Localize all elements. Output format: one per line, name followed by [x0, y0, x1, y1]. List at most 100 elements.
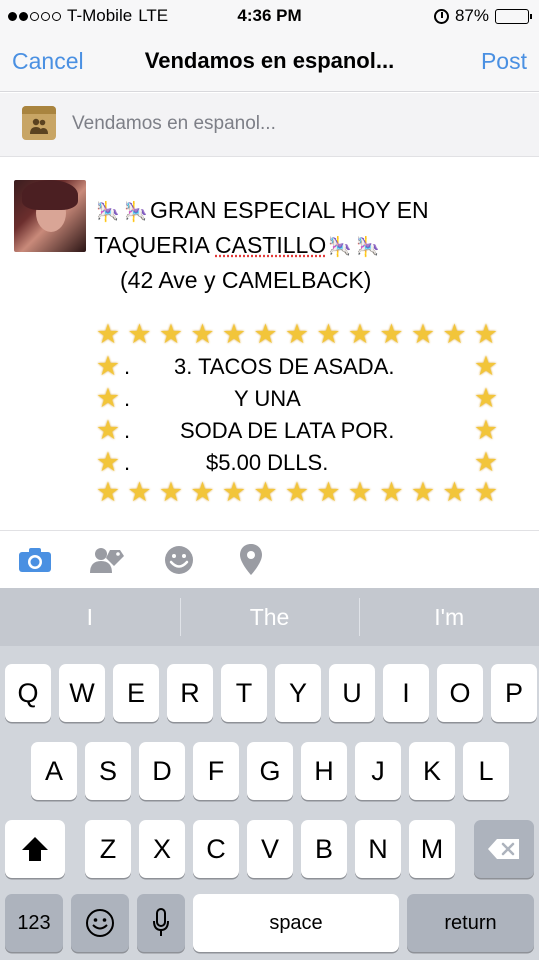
- carousel-icon: 🎠: [96, 202, 120, 223]
- key-m[interactable]: M: [409, 820, 455, 878]
- post-line-2-word: CASTILLO: [215, 232, 327, 258]
- promo-line-4: $5.00 DLLS.: [206, 450, 329, 475]
- key-c[interactable]: C: [193, 820, 239, 878]
- emoji-icon[interactable]: [162, 545, 196, 575]
- star-icon: ★: [95, 447, 121, 477]
- post-button[interactable]: Post: [481, 48, 527, 75]
- key-h[interactable]: H: [301, 742, 347, 800]
- star-icon: ★: [95, 383, 121, 413]
- key-p[interactable]: P: [491, 664, 537, 722]
- promo-dot: .: [124, 418, 131, 443]
- star-icon: ★: [253, 477, 278, 507]
- promo-line-1: 3. TACOS DE ASADA.: [174, 354, 395, 379]
- carousel-icon: 🎠: [124, 202, 148, 223]
- key-e[interactable]: E: [113, 664, 159, 722]
- group-icon: [22, 106, 56, 140]
- star-icon: ★: [95, 415, 121, 445]
- composer-toolbar: [0, 530, 539, 588]
- key-k[interactable]: K: [409, 742, 455, 800]
- key-l[interactable]: L: [463, 742, 509, 800]
- key-i[interactable]: I: [383, 664, 429, 722]
- star-icon: ★: [284, 319, 310, 349]
- promo-star-frame: 3. TACOS DE ASADA. Y UNA SODA DE LATA PO…: [94, 320, 504, 510]
- post-body-text[interactable]: 🎠 🎠GRAN ESPECIAL HOY EN TAQUERIA CASTILLO…: [94, 194, 524, 296]
- star-icon: ★: [473, 319, 499, 349]
- star-icon: ★: [158, 477, 184, 507]
- star-icon: ★: [316, 319, 341, 349]
- key-n[interactable]: N: [355, 820, 401, 878]
- shift-key[interactable]: [5, 820, 65, 878]
- key-v[interactable]: V: [247, 820, 293, 878]
- page-title: Vendamos en espanol...: [144, 48, 395, 73]
- key-w[interactable]: W: [59, 664, 105, 722]
- avatar: [14, 180, 86, 252]
- status-right: 87%: [433, 6, 532, 26]
- key-d[interactable]: D: [139, 742, 185, 800]
- star-icon: ★: [442, 319, 467, 349]
- key-q[interactable]: Q: [5, 664, 51, 722]
- key-o[interactable]: O: [437, 664, 483, 722]
- star-icon: ★: [410, 319, 436, 349]
- key-t[interactable]: T: [221, 664, 267, 722]
- star-icon: ★: [190, 319, 215, 349]
- post-line-3: (42 Ave y CAMELBACK): [120, 267, 372, 293]
- dictation-key[interactable]: [137, 894, 185, 952]
- star-icon: ★: [379, 319, 404, 349]
- status-bar: T-Mobile LTE 4:36 PM 87%: [0, 0, 539, 34]
- keyboard: 123 space return QWERTYUIOP ASDFGHJKL ZXCV…: [0, 646, 539, 960]
- group-name: Vendamos en espanol...: [72, 113, 276, 134]
- suggestion-1[interactable]: I: [0, 588, 180, 646]
- key-b[interactable]: B: [301, 820, 347, 878]
- star-icon: ★: [253, 319, 278, 349]
- key-s[interactable]: S: [85, 742, 131, 800]
- location-pin-icon[interactable]: [234, 544, 268, 575]
- star-icon: ★: [190, 477, 215, 507]
- battery-icon: [495, 8, 532, 24]
- tag-people-icon[interactable]: [90, 545, 124, 575]
- alarm-icon: [433, 8, 449, 24]
- star-icon: ★: [473, 477, 499, 507]
- nav-bar: Cancel Vendamos en espanol... Post: [0, 34, 539, 92]
- star-icon: ★: [442, 477, 467, 507]
- key-f[interactable]: F: [193, 742, 239, 800]
- carousel-icon: 🎠: [356, 237, 381, 258]
- key-j[interactable]: J: [355, 742, 401, 800]
- star-icon: ★: [473, 415, 499, 445]
- numbers-key[interactable]: 123: [5, 894, 63, 952]
- space-key[interactable]: space: [193, 894, 399, 952]
- carousel-icon: 🎠: [328, 237, 353, 258]
- post-line-2-prefix: TAQUERIA: [94, 232, 215, 258]
- camera-icon[interactable]: [18, 545, 52, 575]
- star-icon: ★: [473, 351, 499, 381]
- key-u[interactable]: U: [329, 664, 375, 722]
- key-r[interactable]: R: [167, 664, 213, 722]
- key-g[interactable]: G: [247, 742, 293, 800]
- star-icon: ★: [221, 477, 247, 507]
- group-selector[interactable]: Vendamos en espanol...: [0, 93, 539, 157]
- star-icon: ★: [158, 319, 184, 349]
- star-icon: ★: [379, 477, 404, 507]
- post-line-1: GRAN ESPECIAL HOY EN: [150, 197, 429, 223]
- star-icon: ★: [95, 351, 121, 381]
- predictive-text-bar: I The I'm: [0, 588, 539, 646]
- suggestion-2[interactable]: The: [179, 588, 360, 646]
- star-icon: ★: [221, 319, 247, 349]
- promo-dot: .: [124, 450, 131, 475]
- star-icon: ★: [95, 319, 121, 349]
- suggestion-3[interactable]: I'm: [359, 588, 539, 646]
- battery-percent: 87%: [454, 6, 489, 25]
- return-key[interactable]: return: [407, 894, 534, 952]
- promo-line-3: SODA DE LATA POR.: [180, 418, 395, 443]
- key-z[interactable]: Z: [85, 820, 131, 878]
- star-icon: ★: [410, 477, 436, 507]
- star-icon: ★: [316, 477, 341, 507]
- backspace-key[interactable]: [474, 820, 534, 878]
- promo-dot: .: [124, 386, 131, 411]
- emoji-key[interactable]: [71, 894, 129, 952]
- key-x[interactable]: X: [139, 820, 185, 878]
- key-a[interactable]: A: [31, 742, 77, 800]
- star-icon: ★: [284, 477, 310, 507]
- promo-dot: .: [124, 354, 131, 379]
- key-y[interactable]: Y: [275, 664, 321, 722]
- star-icon: ★: [347, 477, 373, 507]
